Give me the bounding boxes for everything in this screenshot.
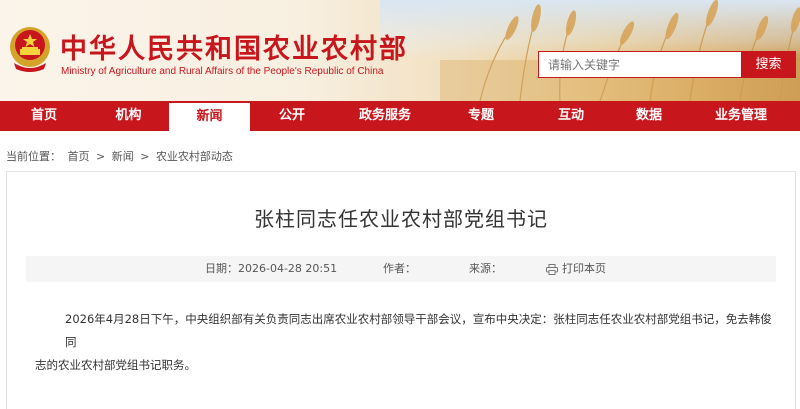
nav-item-home[interactable]: 首页 [0, 101, 88, 131]
nav-item-business-management[interactable]: 业务管理 [682, 101, 800, 131]
article-paragraph-line1: 2026年4月28日下午，中央组织部有关负责同志出席农业农村部领导干部会议，宣布… [65, 312, 772, 349]
breadcrumb-item-news[interactable]: 新闻 [112, 150, 134, 163]
breadcrumb-prefix: 当前位置： [6, 150, 61, 163]
breadcrumb-separator: > [140, 150, 150, 163]
article-meta-bar: 日期：2026-04-28 20:51 作者： 来源： 打印本页 [26, 256, 776, 282]
printer-icon [546, 263, 558, 275]
meta-date-label: 日期： [205, 262, 238, 275]
breadcrumb-item-ministry-news[interactable]: 农业农村部动态 [156, 150, 233, 163]
print-page-link[interactable]: 打印本页 [546, 256, 606, 282]
nav-item-interaction[interactable]: 互动 [526, 101, 616, 131]
meta-author-label: 作者： [383, 262, 416, 275]
article-paragraph-line2: 志的农业农村部党组书记职务。 [35, 358, 196, 372]
article-title: 张柱同志任农业农村部党组书记 [254, 207, 548, 231]
site-header: 中华人民共和国农业农村部 Ministry of Agriculture and… [0, 0, 800, 101]
print-page-label: 打印本页 [562, 262, 606, 275]
national-emblem-icon [10, 27, 50, 72]
search-button[interactable]: 搜索 [741, 51, 796, 78]
main-nav: 首页 机构 新闻 公开 政务服务 专题 互动 数据 业务管理 [0, 101, 800, 131]
breadcrumb: 当前位置： 首页 > 新闻 > 农业农村部动态 [6, 148, 236, 164]
nav-item-news[interactable]: 新闻 [169, 101, 250, 131]
article-body: 2026年4月28日下午，中央组织部有关负责同志出席农业农村部领导干部会议，宣布… [35, 308, 781, 377]
article-panel: 张柱同志任农业农村部党组书记 日期：2026-04-28 20:51 作者： 来… [6, 171, 796, 409]
breadcrumb-separator: > [96, 150, 106, 163]
meta-source-label: 来源： [469, 262, 502, 275]
meta-date: 日期：2026-04-28 20:51 [205, 256, 337, 282]
nav-item-institutions[interactable]: 机构 [88, 101, 169, 131]
breadcrumb-item-home[interactable]: 首页 [68, 150, 90, 163]
search-input[interactable] [538, 51, 741, 78]
nav-item-public[interactable]: 公开 [250, 101, 334, 131]
site-title: 中华人民共和国农业农村部 [60, 34, 408, 65]
site-subtitle-en: Ministry of Agriculture and Rural Affair… [61, 66, 384, 77]
nav-item-government-services[interactable]: 政务服务 [334, 101, 436, 131]
nav-item-data[interactable]: 数据 [616, 101, 682, 131]
nav-item-topics[interactable]: 专题 [436, 101, 526, 131]
meta-date-value: 2026-04-28 20:51 [238, 262, 338, 275]
